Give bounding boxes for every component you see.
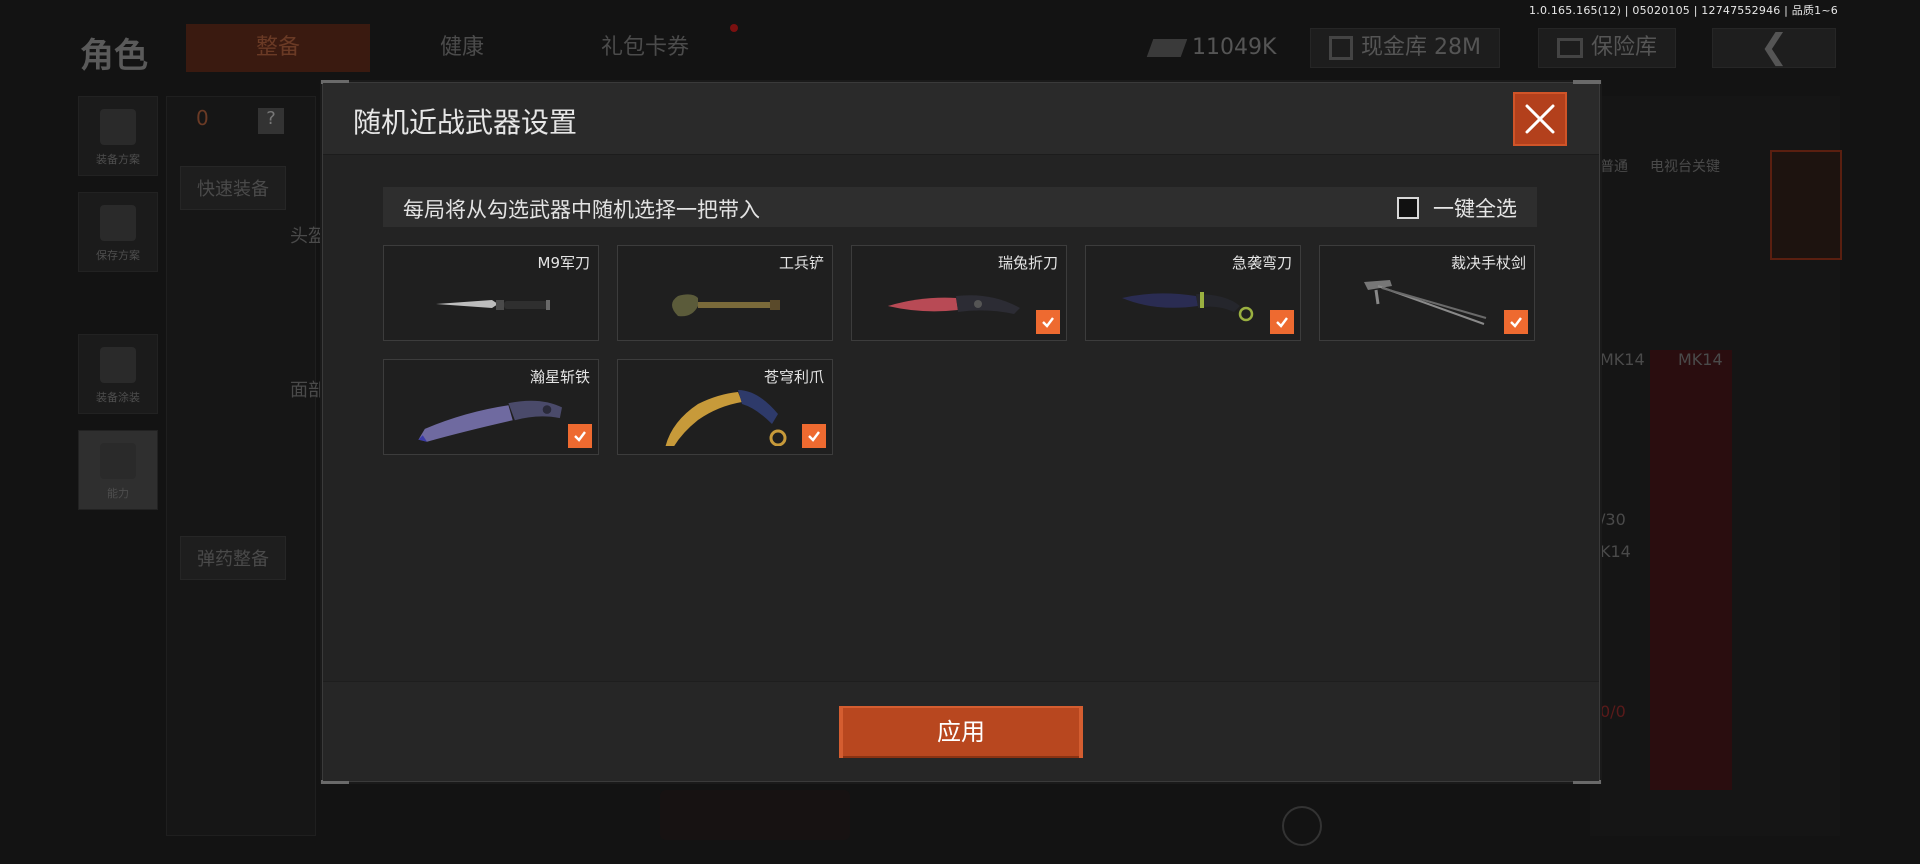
random-melee-dialog: 随机近战武器设置 每局将从勾选武器中随机选择一把带入 一键全选 M9军刀 工兵铲… xyxy=(321,80,1601,784)
weapon-card-tanto[interactable]: 瀚星斩铁 xyxy=(383,359,599,455)
dialog-footer: 应用 xyxy=(323,681,1599,781)
bg-side-item-ability[interactable]: 能力 xyxy=(78,430,158,510)
shovel-icon xyxy=(672,294,780,317)
bg-cash-vault[interactable]: 现金库 28M xyxy=(1310,28,1500,68)
select-all-label: 一键全选 xyxy=(1433,197,1517,221)
weapon-checkbox[interactable] xyxy=(1504,310,1528,334)
knife-icon xyxy=(436,300,550,310)
weapon-card-m9[interactable]: M9军刀 xyxy=(383,245,599,341)
bg-knife-preview xyxy=(660,790,850,840)
bg-card-label: 电视台关键 xyxy=(1650,159,1720,175)
bg-safe-box[interactable]: 保险库 xyxy=(1538,28,1677,68)
weapon-checkbox[interactable] xyxy=(1270,310,1294,334)
quick-equip-button[interactable]: 快速装备 xyxy=(180,166,286,210)
bg-page-title: 角色 xyxy=(80,36,148,76)
weapon-card-karambit[interactable]: 苍穹利爪 xyxy=(617,359,833,455)
dialog-header: 随机近战武器设置 xyxy=(323,83,1599,155)
money-icon xyxy=(1146,39,1188,57)
checkmark-icon xyxy=(1510,317,1522,328)
safe-icon xyxy=(1557,38,1583,58)
bg-side-item-save[interactable]: 保存方案 xyxy=(78,192,158,272)
select-all-checkbox[interactable] xyxy=(1397,197,1419,219)
weapon-card-curved-blade[interactable]: 急袭弯刀 xyxy=(1085,245,1301,341)
close-icon xyxy=(1525,104,1555,134)
bg-ammo-count: /30 xyxy=(1600,510,1626,529)
helmet-icon xyxy=(100,347,136,383)
chevron-left-icon: ❮ xyxy=(1759,27,1789,67)
download-icon xyxy=(100,205,136,241)
currency-amount: 11049K xyxy=(1192,35,1277,60)
game-screen: 1.0.165.165(12) | 05020105 | 12747552946… xyxy=(0,0,1920,864)
weapon-checkbox[interactable] xyxy=(1036,310,1060,334)
weapon-card-cane-sword[interactable]: 裁决手杖剑 xyxy=(1319,245,1535,341)
dialog-title: 随机近战武器设置 xyxy=(353,106,578,139)
face-slot-label: 面部 xyxy=(290,380,326,401)
ammo-equip-button[interactable]: 弹药整备 xyxy=(180,536,286,580)
bg-selected-slot[interactable] xyxy=(1770,150,1842,260)
side-label: 保存方案 xyxy=(96,249,140,262)
tanto-knife-icon xyxy=(418,400,562,442)
bg-zero-count: 0/0 xyxy=(1600,702,1626,721)
side-label: 装备方案 xyxy=(96,153,140,166)
info-text: 每局将从勾选武器中随机选择一把带入 xyxy=(403,198,760,222)
weapon-card-folding-knife[interactable]: 瑞兔折刀 xyxy=(851,245,1067,341)
weapon-name: 瑞兔折刀 xyxy=(997,254,1058,272)
bg-side-item-plan[interactable]: 装备方案 xyxy=(78,96,158,176)
checkmark-icon xyxy=(1276,317,1288,328)
bg-slot-name: MK14 xyxy=(1600,350,1645,369)
bg-weapon-slot[interactable] xyxy=(1650,350,1732,790)
cane-sword-icon xyxy=(1364,280,1487,325)
karambit-icon xyxy=(665,390,787,446)
dialog-body: 每局将从勾选武器中随机选择一把带入 一键全选 M9军刀 工兵铲 瑞兔折刀 急袭弯… xyxy=(323,155,1599,683)
safe-box-label: 保险库 xyxy=(1591,35,1658,60)
vest-icon xyxy=(100,109,136,145)
bg-card-label: 普通 xyxy=(1600,159,1628,175)
side-label: 能力 xyxy=(107,487,129,500)
bg-tab-equip[interactable]: 整备 xyxy=(186,24,370,72)
checkmark-icon xyxy=(574,431,586,442)
bg-ring-icon xyxy=(1282,806,1322,846)
head-slot-label: 头盔 xyxy=(290,226,326,247)
weapon-name: 裁决手杖剑 xyxy=(1450,254,1526,272)
bg-tab-gift[interactable]: 礼包卡券 xyxy=(560,24,730,72)
back-button[interactable]: ❮ xyxy=(1712,28,1836,68)
weapon-checkbox[interactable] xyxy=(568,424,592,448)
side-label: 装备涂装 xyxy=(96,391,140,404)
curved-blade-icon xyxy=(1122,292,1254,322)
bg-side-item-paint[interactable]: 装备涂装 xyxy=(78,334,158,414)
select-all-toggle[interactable]: 一键全选 xyxy=(1397,193,1517,223)
bg-notification-dot xyxy=(730,24,738,32)
version-info: 1.0.165.165(12) | 05020105 | 12747552946… xyxy=(1529,4,1838,17)
weapon-name: 急袭弯刀 xyxy=(1231,254,1292,272)
vault-icon xyxy=(1329,36,1353,60)
bg-ammo-type: K14 xyxy=(1600,542,1631,561)
weapon-name: M9军刀 xyxy=(537,254,591,272)
weapon-name: 瀚星斩铁 xyxy=(529,368,590,386)
weapon-name: 工兵铲 xyxy=(778,254,824,272)
close-button[interactable] xyxy=(1513,92,1567,146)
bg-slot-name: MK14 xyxy=(1678,350,1723,369)
apply-button[interactable]: 应用 xyxy=(839,706,1083,758)
bg-tab-health[interactable]: 健康 xyxy=(400,24,524,72)
checkmark-icon xyxy=(808,431,820,442)
lightning-hex-icon xyxy=(100,443,136,479)
weapon-card-shovel[interactable]: 工兵铲 xyxy=(617,245,833,341)
folding-knife-icon xyxy=(888,295,1020,314)
cash-vault-label: 现金库 28M xyxy=(1361,35,1481,60)
bg-currency: 11049K xyxy=(1146,28,1277,68)
checkmark-icon xyxy=(1042,317,1054,328)
help-icon[interactable]: ? xyxy=(258,108,284,134)
backpack-count: 0 xyxy=(196,106,209,130)
weapon-checkbox[interactable] xyxy=(802,424,826,448)
info-bar: 每局将从勾选武器中随机选择一把带入 一键全选 xyxy=(383,187,1537,227)
